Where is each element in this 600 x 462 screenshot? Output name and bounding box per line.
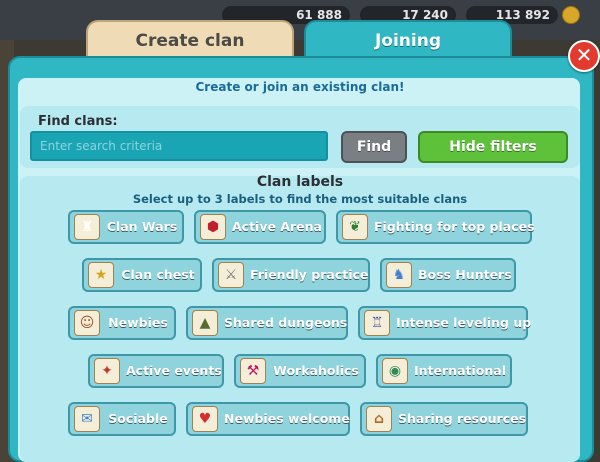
find-button[interactable]: Find — [341, 131, 407, 163]
label-chip-text: Active Arena — [232, 219, 322, 234]
close-icon: ✕ — [575, 43, 593, 67]
event-icon: ✦ — [94, 358, 120, 384]
label-chip-text: Intense leveling up — [396, 315, 532, 330]
label-chip-text: Clan chest — [121, 267, 195, 282]
heart-icon: ♥ — [192, 406, 218, 432]
label-chip-sharing-resources[interactable]: ⌂ Sharing resources — [360, 402, 528, 436]
castle-icon: ♖ — [364, 310, 390, 336]
label-chip-international[interactable]: ◉ International — [376, 354, 512, 388]
tools-icon: ⚒ — [240, 358, 266, 384]
search-input[interactable] — [30, 131, 328, 161]
label-chip-text: Newbies — [108, 315, 168, 330]
label-chip-text: Sharing resources — [398, 411, 527, 426]
hide-filters-button[interactable]: Hide filters — [418, 131, 568, 163]
find-clans-label: Find clans: — [38, 114, 118, 129]
arena-shield-icon: ⬢ — [200, 214, 226, 240]
label-chip-text: Shared dungeons — [224, 315, 348, 330]
label-chip-intense-leveling-up[interactable]: ♖ Intense leveling up — [358, 306, 532, 340]
close-button[interactable]: ✕ — [568, 40, 600, 72]
label-chip-text: International — [414, 363, 506, 378]
label-chip-clan-wars[interactable]: ♜ Clan Wars — [68, 210, 184, 244]
boss-icon: ♞ — [386, 262, 412, 288]
label-chip-shared-dungeons[interactable]: ▲ Shared dungeons — [186, 306, 348, 340]
label-chip-fighting-for-top-places[interactable]: ❦ Fighting for top places — [336, 210, 535, 244]
label-chip-clan-chest[interactable]: ★ Clan chest — [82, 258, 202, 292]
crossed-swords-icon: ⚔ — [218, 262, 244, 288]
label-chip-workaholics[interactable]: ⚒ Workaholics — [234, 354, 366, 388]
label-chip-active-arena[interactable]: ⬢ Active Arena — [194, 210, 326, 244]
label-chip-newbies[interactable]: ☺ Newbies — [68, 306, 176, 340]
coin-icon — [562, 6, 580, 24]
star-badge-icon: ★ — [88, 262, 114, 288]
label-chip-boss-hunters[interactable]: ♞ Boss Hunters — [380, 258, 516, 292]
speech-bubble-icon: ✉ — [74, 406, 100, 432]
globe-icon: ◉ — [382, 358, 408, 384]
label-chip-text: Clan Wars — [106, 219, 178, 234]
label-chip-active-events[interactable]: ✦ Active events — [88, 354, 224, 388]
label-chip-text: Sociable — [108, 411, 168, 426]
clan-labels-title: Clan labels — [256, 174, 344, 190]
label-chip-text: Fighting for top places — [374, 219, 535, 234]
house-icon: ⌂ — [366, 406, 392, 432]
clan-labels-subtitle: Select up to 3 labels to find the most s… — [132, 192, 468, 206]
laurel-wreath-icon: ❦ — [342, 214, 368, 240]
label-chip-text: Boss Hunters — [418, 267, 512, 282]
label-chip-sociable[interactable]: ✉ Sociable — [68, 402, 176, 436]
tower-icon: ♜ — [74, 214, 100, 240]
label-chip-text: Active events — [126, 363, 222, 378]
newbie-icon: ☺ — [74, 310, 100, 336]
label-chip-text: Workaholics — [273, 363, 359, 378]
label-chip-text: Newbies welcome — [224, 411, 350, 426]
label-chip-newbies-welcome[interactable]: ♥ Newbies welcome — [186, 402, 350, 436]
cave-icon: ▲ — [192, 310, 218, 336]
label-chip-friendly-practice[interactable]: ⚔ Friendly practice — [212, 258, 370, 292]
label-chip-text: Friendly practice — [250, 267, 369, 282]
dialog-subtitle: Create or join an existing clan! — [195, 80, 405, 94]
